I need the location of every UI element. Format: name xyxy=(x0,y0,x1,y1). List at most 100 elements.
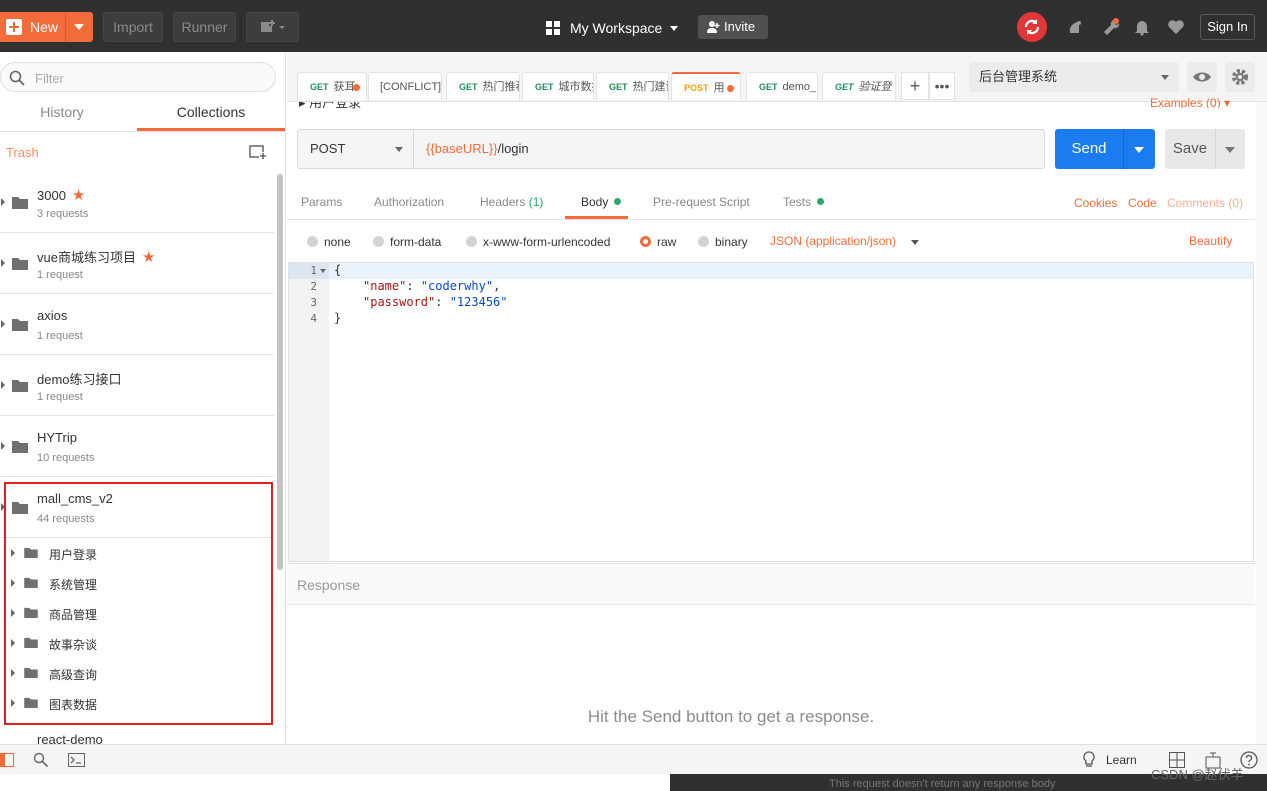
notifications-bell-icon[interactable] xyxy=(1132,17,1152,37)
collection-item[interactable]: axios 1 request xyxy=(0,294,274,355)
invite-button[interactable]: Invite xyxy=(698,15,768,39)
code-line: "name": "coderwhy", xyxy=(363,279,501,293)
tab-body[interactable]: Body xyxy=(581,195,622,209)
request-tab-active[interactable]: POST 用 xyxy=(671,72,741,100)
save-label: Save xyxy=(1172,140,1208,157)
code-link[interactable]: Code xyxy=(1128,196,1157,210)
radio-selected-icon xyxy=(640,236,651,247)
method-select[interactable]: POST xyxy=(298,130,414,168)
content-type-select[interactable]: JSON (application/json) xyxy=(770,234,896,248)
more-tabs-icon[interactable]: ••• xyxy=(929,72,955,100)
eye-icon xyxy=(1193,72,1211,82)
caret-right-icon[interactable] xyxy=(1,259,5,267)
main-scrollbar[interactable] xyxy=(1256,102,1267,744)
new-button[interactable]: New xyxy=(0,12,93,42)
trash-link[interactable]: Trash xyxy=(6,145,39,160)
send-button[interactable]: Send xyxy=(1055,129,1155,169)
tab-pre-request-script[interactable]: Pre-request Script xyxy=(653,195,750,209)
sync-status-button[interactable] xyxy=(1017,12,1047,42)
learn-link[interactable]: Learn xyxy=(1106,753,1137,767)
environment-quick-look-button[interactable] xyxy=(1187,62,1217,92)
request-tab-label: 验证登 xyxy=(858,81,892,93)
tab-history[interactable]: History xyxy=(2,104,122,130)
heart-icon[interactable] xyxy=(1166,17,1186,37)
collection-item[interactable]: demo练习接口 1 request xyxy=(0,355,274,416)
body-mode-raw[interactable]: raw xyxy=(640,235,676,249)
filter-input[interactable]: Filter xyxy=(0,62,276,92)
body-mode-binary[interactable]: binary xyxy=(698,235,748,249)
request-tab[interactable]: GET 城市数据 xyxy=(522,72,594,100)
add-user-icon xyxy=(707,21,720,33)
line-number: 1 xyxy=(310,264,317,277)
request-tab[interactable]: [CONFLICT] xyxy=(368,72,442,100)
runner-button[interactable]: Runner xyxy=(173,12,236,42)
cookies-link[interactable]: Cookies xyxy=(1074,196,1117,210)
body-mode-none[interactable]: none xyxy=(307,235,351,249)
toggle-sidebar-icon[interactable] xyxy=(0,753,14,767)
request-tab-method: GET xyxy=(759,82,778,92)
request-name: ▸ 用户登录 xyxy=(299,102,362,110)
fold-chevron-icon[interactable] xyxy=(320,269,326,273)
request-tab[interactable]: GET demo_ xyxy=(746,72,818,100)
body-editor[interactable]: 1 2 3 4 { "name": "coderwhy", "password"… xyxy=(288,262,1254,562)
new-dropdown-chevron-icon[interactable] xyxy=(74,24,84,30)
gear-icon xyxy=(1232,69,1248,85)
new-tab-plus-icon[interactable]: + xyxy=(901,72,929,100)
main-panel: GET获耳 [CONFLICT] GET 热门推荐 GET 城市数据 GET 热门建议… xyxy=(287,52,1267,744)
radio-icon xyxy=(307,236,318,247)
collection-item[interactable]: 3000 ★ 3 requests xyxy=(0,172,274,233)
star-icon[interactable]: ★ xyxy=(142,249,155,266)
tab-headers[interactable]: Headers (1) xyxy=(480,195,543,209)
request-tab[interactable]: GET 验证登 xyxy=(822,72,896,100)
manage-environments-button[interactable] xyxy=(1225,62,1255,92)
request-tab-method: GET xyxy=(459,82,478,92)
lightbulb-icon[interactable] xyxy=(1082,751,1096,769)
url-input[interactable]: {{baseURL}}/login xyxy=(426,141,529,156)
workspace-switcher[interactable]: My Workspace xyxy=(546,18,679,38)
console-icon[interactable] xyxy=(68,753,85,767)
status-dot xyxy=(614,198,622,205)
caret-right-icon[interactable] xyxy=(1,442,5,450)
import-button[interactable]: Import xyxy=(103,12,163,42)
sidebar-scrollbar[interactable] xyxy=(277,174,283,570)
examples-link[interactable]: Examples (0) ▾ xyxy=(1150,96,1230,108)
tab-tests[interactable]: Tests xyxy=(783,195,825,209)
request-tab[interactable]: GET 热门建议 xyxy=(596,72,669,100)
caret-right-icon[interactable] xyxy=(1,320,5,328)
caret-right-icon[interactable] xyxy=(1,198,5,206)
save-dropdown-chevron-icon[interactable] xyxy=(1225,147,1235,153)
collection-count: 1 request xyxy=(37,269,83,281)
find-icon[interactable] xyxy=(33,752,49,768)
highlight-box xyxy=(4,482,273,725)
request-tab-method: GET xyxy=(310,82,329,92)
request-tab[interactable]: GET 获耳 xyxy=(297,72,367,100)
chevron-down-icon[interactable] xyxy=(911,240,919,245)
star-icon[interactable]: ★ xyxy=(72,187,85,204)
request-tab-method: GET xyxy=(835,82,854,92)
request-tab[interactable]: GET 热门推荐 xyxy=(446,72,520,100)
send-dropdown-chevron-icon[interactable] xyxy=(1134,147,1144,153)
collection-name: axios xyxy=(37,308,68,323)
collection-item[interactable]: HYTrip 10 requests xyxy=(0,416,274,477)
caret-right-icon[interactable] xyxy=(1,381,5,389)
new-collection-icon[interactable] xyxy=(249,144,267,160)
tab-authorization[interactable]: Authorization xyxy=(374,195,444,209)
url-bar: POST {{baseURL}}/login xyxy=(297,129,1045,169)
collection-name[interactable]: react-demo xyxy=(37,732,103,744)
line-number: 2 xyxy=(310,280,317,293)
beautify-link[interactable]: Beautify xyxy=(1189,234,1232,248)
tab-params[interactable]: Params xyxy=(301,195,342,209)
comments-link[interactable]: Comments (0) xyxy=(1167,196,1243,210)
environment-select[interactable]: 后台管理系统 xyxy=(969,62,1179,92)
sign-in-button[interactable]: Sign In xyxy=(1200,14,1255,40)
satellite-icon[interactable] xyxy=(1066,17,1086,37)
collection-item[interactable]: vue商城练习项目 ★ 1 request xyxy=(0,233,274,294)
new-window-button[interactable] xyxy=(246,12,299,42)
body-mode-urlencoded[interactable]: x-www-form-urlencoded xyxy=(466,235,610,249)
tab-collections[interactable]: Collections xyxy=(151,104,271,130)
body-mode-form-data[interactable]: form-data xyxy=(373,235,441,249)
save-button[interactable]: Save xyxy=(1165,129,1245,169)
settings-wrench-icon[interactable] xyxy=(1101,17,1121,37)
code-line: } xyxy=(334,311,342,325)
collection-name: demo练习接口 xyxy=(37,372,122,387)
